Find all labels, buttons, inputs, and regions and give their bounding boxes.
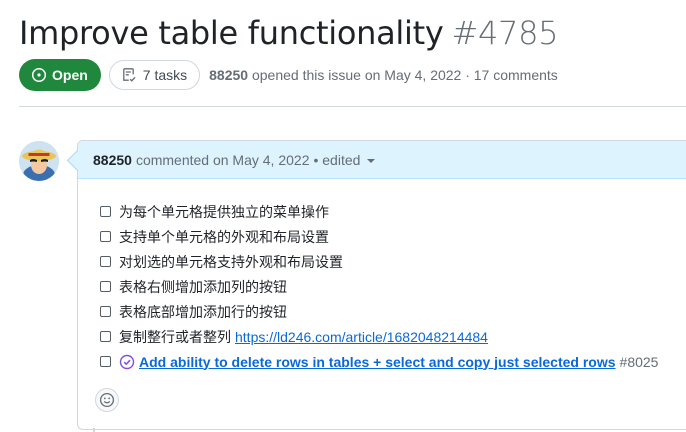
task-checkbox[interactable] bbox=[100, 206, 111, 217]
task-item: 为每个单元格提供独立的菜单操作 bbox=[100, 199, 658, 224]
task-checkbox[interactable] bbox=[100, 281, 111, 292]
linked-issue-number: #8025 bbox=[619, 353, 659, 370]
tasks-label: 7 tasks bbox=[142, 67, 188, 83]
triangle-down-icon bbox=[367, 158, 376, 163]
add-reaction-button[interactable] bbox=[95, 388, 119, 412]
task-text: 复制整行或者整列 bbox=[119, 328, 231, 345]
task-item: Add ability to delete rows in tables + s… bbox=[100, 349, 658, 374]
task-checkbox[interactable] bbox=[100, 306, 111, 317]
issue-number: #4785 bbox=[451, 14, 559, 52]
task-checkbox[interactable] bbox=[100, 231, 111, 242]
tasks-button[interactable]: 7 tasks bbox=[108, 60, 201, 90]
comment-action: commented on May 4, 2022 bbox=[135, 151, 310, 168]
task-checkbox[interactable] bbox=[100, 256, 111, 267]
issue-author[interactable]: 88250 bbox=[209, 67, 248, 83]
state-badge: Open bbox=[19, 59, 101, 91]
issue-opened-icon bbox=[31, 67, 47, 83]
task-checkbox[interactable] bbox=[100, 356, 111, 367]
task-list: 为每个单元格提供独立的菜单操作 支持单个单元格的外观和布局设置 对划选的单元格支… bbox=[100, 199, 658, 374]
task-text: 对划选的单元格支持外观和布局设置 bbox=[119, 253, 343, 270]
edited-dropdown[interactable]: • edited bbox=[313, 151, 376, 168]
task-text: 表格底部增加添加行的按钮 bbox=[119, 303, 287, 320]
header-divider bbox=[19, 106, 686, 107]
task-item: 表格右侧增加添加列的按钮 bbox=[100, 274, 658, 299]
task-text: 支持单个单元格的外观和布局设置 bbox=[119, 228, 329, 245]
task-item: 支持单个单元格的外观和布局设置 bbox=[100, 224, 658, 249]
issue-title: Improve table functionality #4785 bbox=[19, 12, 559, 54]
edited-label: • edited bbox=[313, 151, 361, 168]
task-item: 表格底部增加添加行的按钮 bbox=[100, 299, 658, 324]
state-label: Open bbox=[52, 67, 88, 83]
linked-issue-link[interactable]: Add ability to delete rows in tables + s… bbox=[139, 354, 616, 370]
comment-box: 88250 commented on May 4, 2022 • edited … bbox=[77, 140, 686, 430]
issue-title-text: Improve table functionality bbox=[19, 14, 444, 52]
avatar[interactable] bbox=[19, 141, 59, 181]
task-text: 为每个单元格提供独立的菜单操作 bbox=[119, 203, 329, 220]
task-checkbox[interactable] bbox=[100, 331, 111, 342]
comment-header: 88250 commented on May 4, 2022 • edited bbox=[78, 141, 686, 179]
task-text: 表格右侧增加添加列的按钮 bbox=[119, 278, 287, 295]
article-link[interactable]: https://ld246.com/article/1682048214484 bbox=[235, 329, 488, 345]
comment-author[interactable]: 88250 bbox=[93, 152, 132, 168]
timeline-line bbox=[93, 428, 95, 432]
issue-opened-text: opened this issue on May 4, 2022 · 17 co… bbox=[251, 67, 558, 83]
task-item: 复制整行或者整列 https://ld246.com/article/16820… bbox=[100, 324, 658, 349]
issue-meta: Open 7 tasks 88250 opened this issue on … bbox=[19, 59, 558, 91]
issue-page: Improve table functionality #4785 Open 7… bbox=[0, 0, 686, 432]
task-item: 对划选的单元格支持外观和布局设置 bbox=[100, 249, 658, 274]
checklist-icon bbox=[121, 67, 137, 83]
issue-meta-text: 88250 opened this issue on May 4, 2022 ·… bbox=[209, 67, 558, 83]
issue-closed-icon bbox=[119, 354, 135, 370]
smiley-icon bbox=[99, 392, 115, 408]
